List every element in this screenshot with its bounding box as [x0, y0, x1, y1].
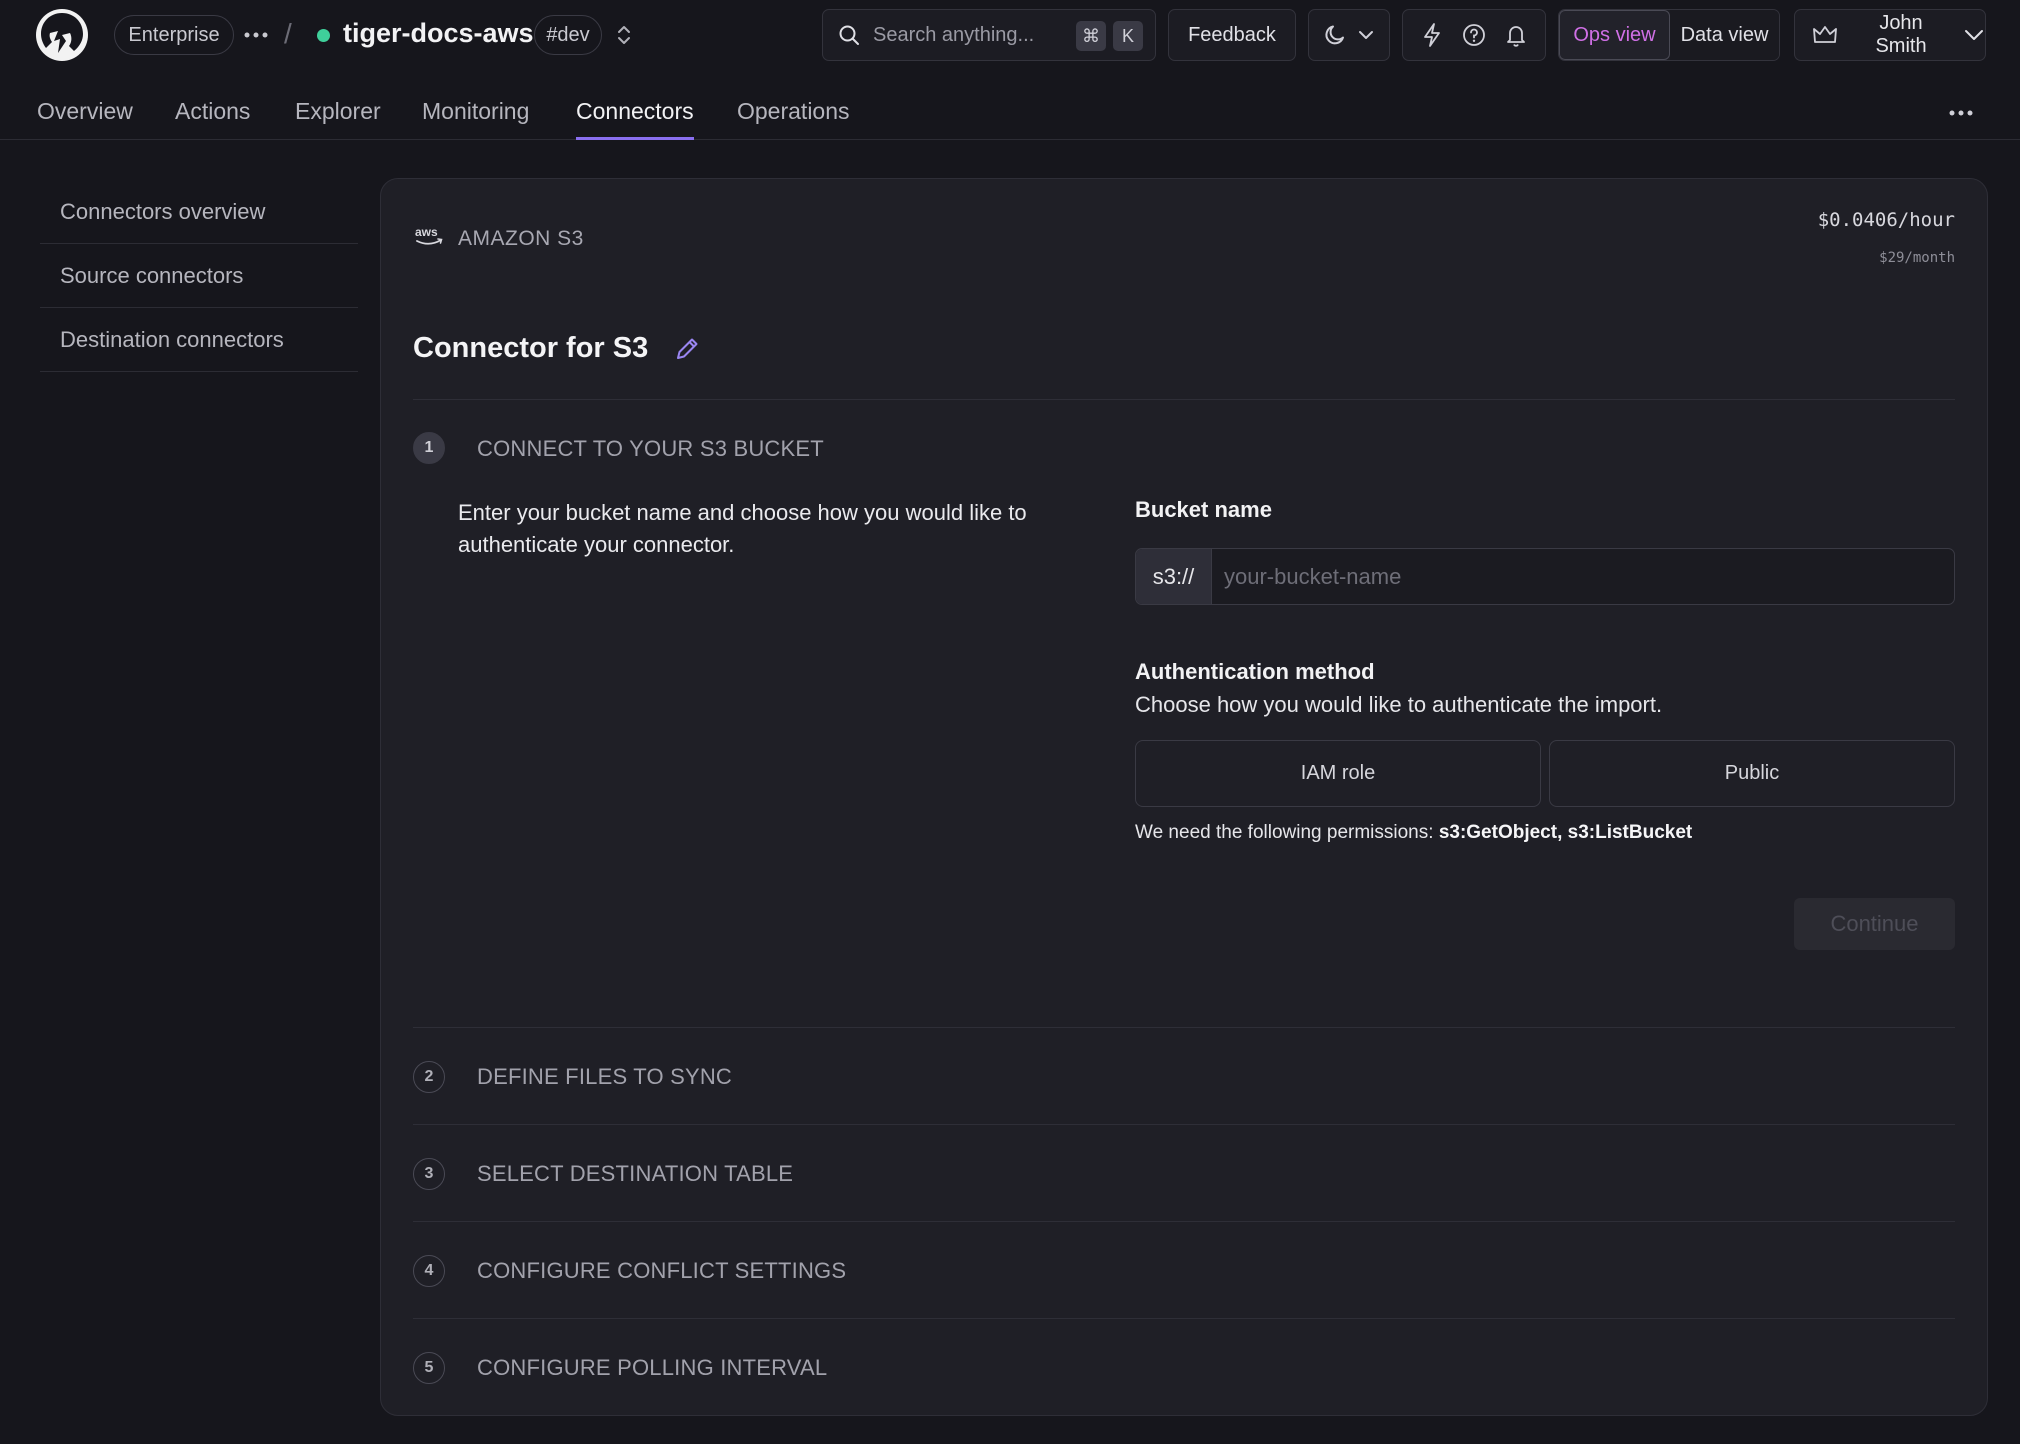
data-view-tab[interactable]: Data view	[1670, 10, 1779, 60]
step-1-label[interactable]: CONNECT TO YOUR S3 BUCKET	[477, 436, 824, 462]
tab-connectors[interactable]: Connectors	[576, 98, 694, 140]
bucket-name-label: Bucket name	[1135, 497, 1272, 522]
provider-name: AMAZON S3	[458, 227, 584, 250]
bolt-icon[interactable]	[1420, 22, 1444, 48]
divider	[413, 1318, 1955, 1319]
auth-method-label: Authentication method	[1135, 659, 1375, 684]
tab-monitoring[interactable]: Monitoring	[422, 98, 529, 140]
step-4-label[interactable]: CONFIGURE CONFLICT SETTINGS	[477, 1258, 846, 1284]
env-tag-label: #dev	[546, 23, 590, 46]
price-per-hour: $0.0406/hour	[1817, 209, 1955, 231]
auth-method-description: Choose how you would like to authenticat…	[1135, 692, 1663, 717]
chevron-down-icon	[1963, 24, 1985, 46]
step-2-label[interactable]: DEFINE FILES TO SYNC	[477, 1064, 732, 1090]
divider	[413, 1221, 1955, 1222]
permissions-note: We need the following permissions: s3:Ge…	[1135, 822, 1692, 844]
connector-panel: aws AMAZON S3 $0.0406/hour $29/month Con…	[380, 178, 1988, 1416]
connector-title: Connector for S3	[413, 332, 649, 364]
service-status-dot	[317, 29, 330, 42]
bucket-name-input[interactable]	[1212, 549, 1954, 604]
bucket-name-field: s3://	[1135, 548, 1955, 605]
org-badge[interactable]: Enterprise	[114, 15, 234, 55]
auth-option-iam-role[interactable]: IAM role	[1135, 740, 1541, 807]
view-switcher: Ops view Data view	[1558, 9, 1780, 61]
theme-toggle-button[interactable]	[1308, 9, 1390, 61]
global-search[interactable]: Search anything... ⌘ K	[822, 9, 1156, 61]
tab-operations[interactable]: Operations	[737, 98, 850, 140]
tab-explorer[interactable]: Explorer	[295, 98, 381, 140]
svg-text:aws: aws	[415, 225, 438, 239]
search-icon	[837, 23, 861, 47]
step-5-number: 5	[413, 1352, 445, 1384]
search-shortcut-cmd: ⌘	[1076, 21, 1106, 51]
org-label: Enterprise	[128, 23, 220, 46]
chevron-down-icon	[1357, 26, 1375, 44]
sidebar-item-source-connectors[interactable]: Source connectors	[40, 244, 358, 308]
aws-logo: aws	[414, 224, 444, 248]
moon-icon	[1323, 23, 1347, 47]
chevron-up-down-icon[interactable]	[612, 22, 636, 48]
crown-icon	[1811, 23, 1839, 47]
tab-overview[interactable]: Overview	[37, 98, 133, 140]
bucket-prefix: s3://	[1136, 549, 1212, 604]
search-placeholder: Search anything...	[873, 24, 1035, 46]
bell-icon[interactable]	[1504, 22, 1528, 48]
breadcrumb-more-icon[interactable]	[241, 20, 271, 50]
step-4-number: 4	[413, 1255, 445, 1287]
permissions-prefix: We need the following permissions:	[1135, 822, 1439, 843]
sidebar-item-destination-connectors[interactable]: Destination connectors	[40, 308, 358, 372]
tab-actions[interactable]: Actions	[175, 98, 250, 140]
sidebar-item-connectors-overview[interactable]: Connectors overview	[40, 180, 358, 244]
connectors-sidebar: Connectors overview Source connectors De…	[40, 180, 358, 372]
step-1-number: 1	[413, 432, 445, 464]
auth-option-public[interactable]: Public	[1549, 740, 1955, 807]
step-2-number: 2	[413, 1061, 445, 1093]
main-nav: Overview Actions Explorer Monitoring Con…	[0, 86, 2020, 140]
feedback-button[interactable]: Feedback	[1168, 9, 1296, 61]
user-name: John Smith	[1875, 12, 1927, 57]
search-shortcut-k: K	[1113, 21, 1143, 51]
ops-view-tab[interactable]: Ops view	[1559, 10, 1670, 60]
help-icon[interactable]	[1461, 22, 1487, 48]
step-3-number: 3	[413, 1158, 445, 1190]
step-5-label[interactable]: CONFIGURE POLLING INTERVAL	[477, 1355, 827, 1381]
quick-actions	[1402, 9, 1546, 61]
divider	[413, 399, 1955, 400]
step-1-description: Enter your bucket name and choose how yo…	[458, 500, 1027, 557]
continue-button[interactable]: Continue	[1794, 898, 1955, 950]
permissions-list: s3:GetObject, s3:ListBucket	[1438, 822, 1693, 843]
price-per-month: $29/month	[1879, 250, 1955, 266]
divider	[413, 1124, 1955, 1125]
more-horizontal-icon[interactable]	[1946, 98, 1976, 128]
breadcrumb-separator: /	[284, 18, 292, 49]
user-menu-button[interactable]: John Smith	[1794, 9, 1986, 61]
step-3-label[interactable]: SELECT DESTINATION TABLE	[477, 1161, 793, 1187]
divider	[413, 1027, 1955, 1028]
pencil-icon[interactable]	[673, 335, 701, 363]
tiger-logo[interactable]	[36, 9, 88, 61]
top-bar: Enterprise / tiger-docs-aws #dev Search …	[0, 0, 2020, 70]
env-tag: #dev	[534, 15, 602, 55]
service-name[interactable]: tiger-docs-aws	[343, 18, 534, 49]
